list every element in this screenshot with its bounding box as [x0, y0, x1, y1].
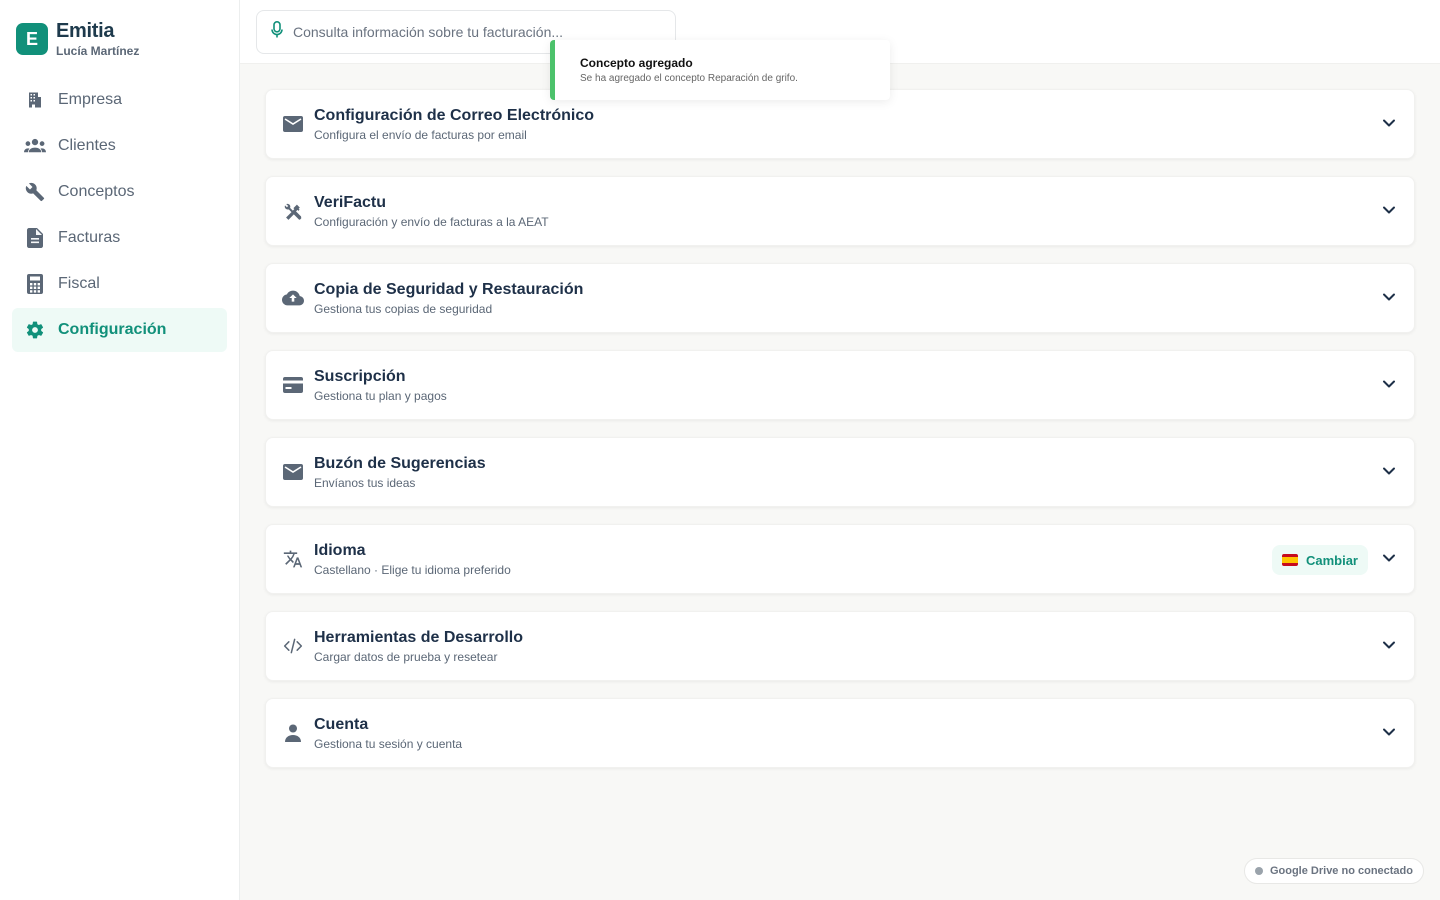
sidebar-item-empresa[interactable]: Empresa [12, 78, 227, 122]
chevron-down-icon[interactable] [1380, 114, 1398, 132]
toast-message: Se ha agregado el concepto Reparación de… [580, 73, 798, 84]
credit-card-icon [282, 374, 304, 396]
section-subtitle: Cargar datos de prueba y resetear [314, 650, 498, 664]
section-subtitle: Configura el envío de facturas por email [314, 128, 527, 142]
sidebar: E Emitia Lucía Martínez Empresa Clientes… [0, 0, 240, 900]
drive-status-label: Google Drive no conectado [1269, 865, 1413, 877]
chevron-down-icon[interactable] [1380, 549, 1398, 567]
sidebar-item-label: Facturas [58, 229, 121, 246]
section-title: VeriFactu [314, 194, 387, 211]
section-title: Suscripción [314, 368, 406, 385]
document-icon [24, 227, 46, 249]
section-verifactu[interactable]: VeriFactu Configuración y envío de factu… [265, 176, 1415, 246]
section-subtitle: Configuración y envío de facturas a la A… [314, 215, 549, 229]
section-subtitle: Gestiona tu sesión y cuenta [314, 737, 463, 751]
section-dev-tools[interactable]: Herramientas de Desarrollo Cargar datos … [265, 611, 1415, 681]
brand-logo: E [16, 23, 48, 55]
change-language-button[interactable]: Cambiar [1271, 545, 1368, 575]
gear-icon [24, 319, 46, 341]
section-title: Idioma [314, 542, 366, 559]
section-subtitle: Gestiona tu plan y pagos [314, 389, 447, 403]
sidebar-item-conceptos[interactable]: Conceptos [12, 170, 227, 214]
mail-icon [282, 461, 304, 483]
chevron-down-icon[interactable] [1380, 462, 1398, 480]
building-icon [24, 89, 46, 111]
section-suggestions[interactable]: Buzón de Sugerencias Envíanos tus ideas [265, 437, 1415, 507]
toast-notification: Concepto agregado Se ha agregado el conc… [550, 40, 890, 100]
person-icon [282, 722, 304, 744]
section-subscription[interactable]: Suscripción Gestiona tu plan y pagos [265, 350, 1415, 420]
section-title: Cuenta [314, 716, 369, 733]
settings-list: Configuración de Correo Electrónico Conf… [265, 89, 1415, 785]
user-name: Lucía Martínez [56, 44, 140, 58]
status-dot [1254, 867, 1263, 875]
sidebar-item-label: Configuración [58, 321, 167, 338]
section-title: Configuración de Correo Electrónico [314, 107, 595, 124]
section-title: Copia de Seguridad y Restauración [314, 281, 584, 298]
section-language[interactable]: Idioma Castellano · Elige tu idioma pref… [265, 524, 1415, 594]
sidebar-item-fiscal[interactable]: Fiscal [12, 262, 227, 306]
section-backup[interactable]: Copia de Seguridad y Restauración Gestio… [265, 263, 1415, 333]
sidebar-item-configuracion[interactable]: Configuración [12, 308, 227, 352]
chevron-down-icon[interactable] [1380, 288, 1398, 306]
toast-title: Concepto agregado [580, 56, 693, 70]
sidebar-item-label: Fiscal [58, 275, 100, 292]
section-title: Herramientas de Desarrollo [314, 629, 523, 646]
change-language-label: Cambiar [1305, 552, 1358, 568]
users-icon [24, 135, 46, 157]
sidebar-item-label: Conceptos [58, 183, 135, 200]
sidebar-item-label: Clientes [58, 137, 116, 154]
microphone-icon[interactable] [271, 20, 283, 44]
app-name: Emitia [56, 20, 115, 42]
sidebar-item-facturas[interactable]: Facturas [12, 216, 227, 260]
section-subtitle: Castellano · Elige tu idioma preferido [314, 563, 511, 577]
translate-icon [282, 548, 304, 570]
chevron-down-icon[interactable] [1380, 636, 1398, 654]
section-subtitle: Envíanos tus ideas [314, 476, 416, 490]
section-account[interactable]: Cuenta Gestiona tu sesión y cuenta [265, 698, 1415, 768]
chevron-down-icon[interactable] [1380, 201, 1398, 219]
code-icon [282, 635, 304, 657]
sidebar-nav: Empresa Clientes Conceptos Facturas Fisc… [12, 78, 227, 354]
spain-flag-icon [1281, 554, 1298, 566]
chevron-down-icon[interactable] [1380, 723, 1398, 741]
mail-icon [282, 113, 304, 135]
calculator-icon [24, 273, 46, 295]
drive-status-badge[interactable]: Google Drive no conectado [1243, 858, 1424, 884]
sidebar-item-label: Empresa [58, 91, 123, 108]
section-subtitle: Gestiona tus copias de seguridad [314, 302, 493, 316]
cloud-upload-icon [282, 287, 304, 309]
chevron-down-icon[interactable] [1380, 375, 1398, 393]
sidebar-item-clientes[interactable]: Clientes [12, 124, 227, 168]
search-input[interactable] [293, 24, 653, 40]
wrench-icon [24, 181, 46, 203]
tools-icon [282, 200, 304, 222]
section-title: Buzón de Sugerencias [314, 455, 486, 472]
brand: E Emitia Lucía Martínez [16, 20, 139, 58]
